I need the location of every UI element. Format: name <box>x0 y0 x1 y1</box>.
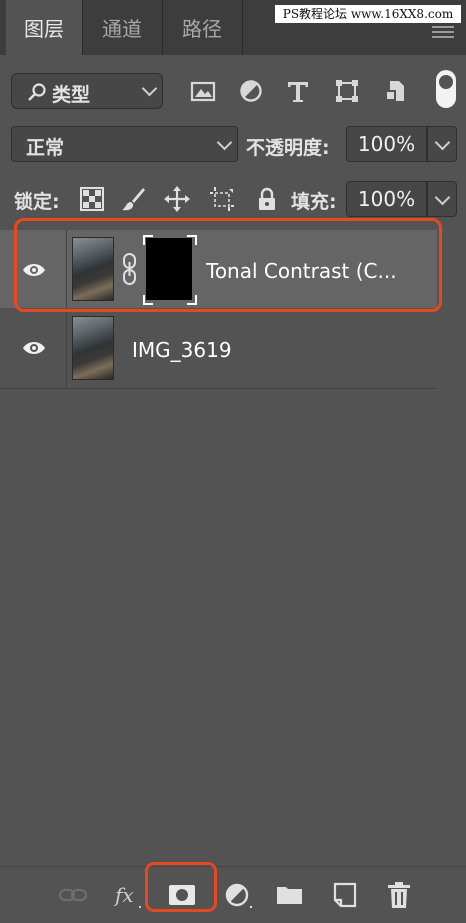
lock-all-icon[interactable] <box>254 186 280 212</box>
visibility-eye-icon[interactable] <box>12 334 56 362</box>
new-group-folder-icon[interactable] <box>275 881 305 909</box>
search-icon <box>28 83 46 101</box>
smart-object-filter-icon[interactable] <box>382 77 410 105</box>
chevron-down-icon <box>216 134 233 151</box>
lock-transparent-pixels-icon[interactable] <box>79 186 105 212</box>
tab-layers-label: 图层 <box>24 17 64 41</box>
watermark: PS教程论坛 www.16XX8.com <box>275 5 461 23</box>
svg-text:fx: fx <box>113 883 134 907</box>
blend-mode-select[interactable]: 正常 <box>11 126 238 162</box>
new-adjustment-layer-icon[interactable] <box>223 881 253 909</box>
opacity-field[interactable]: 100% <box>346 126 427 162</box>
chevron-down-icon <box>434 189 451 206</box>
fill-field[interactable]: 100% <box>346 181 427 217</box>
fx-icon[interactable]: fx <box>113 881 143 909</box>
layers-scroll-gutter <box>437 230 466 866</box>
image-filter-icon[interactable] <box>189 77 217 105</box>
filter-toggle-icon[interactable] <box>435 69 457 109</box>
tab-channels[interactable]: 通道 <box>82 0 162 55</box>
new-layer-icon[interactable] <box>330 881 360 909</box>
link-layers-icon[interactable] <box>58 881 88 909</box>
layer-name[interactable]: IMG_3619 <box>132 338 232 362</box>
tab-divider <box>242 0 243 55</box>
panel-menu-icon[interactable] <box>432 26 454 40</box>
chevron-down-icon <box>141 80 158 97</box>
tab-paths-label: 路径 <box>182 17 222 41</box>
opacity-dropdown[interactable] <box>427 126 457 162</box>
blend-mode-label: 正常 <box>26 137 65 159</box>
fill-label: 填充: <box>291 191 337 213</box>
chevron-down-icon <box>434 134 451 151</box>
type-filter-icon[interactable] <box>284 77 312 105</box>
lock-artboard-icon[interactable] <box>209 186 235 212</box>
tab-paths[interactable]: 路径 <box>162 0 242 55</box>
annotation-highlight-selected-layer <box>14 218 442 312</box>
annotation-highlight-add-mask <box>145 862 217 912</box>
adjustment-filter-icon[interactable] <box>237 77 265 105</box>
shape-filter-icon[interactable] <box>333 77 361 105</box>
opacity-label: 不透明度: <box>246 137 330 159</box>
layers-bottom-bar: fx <box>0 866 466 923</box>
panel-tab-bar: 图层 通道 路径 PS教程论坛 www.16XX8.com <box>0 0 466 55</box>
lock-position-icon[interactable] <box>164 186 190 212</box>
layer-thumbnail[interactable] <box>72 316 114 380</box>
tab-layers[interactable]: 图层 <box>6 0 82 55</box>
filter-kind-select[interactable]: 类型 <box>11 73 163 109</box>
filter-kind-label: 类型 <box>52 84 91 106</box>
delete-layer-icon[interactable] <box>384 881 414 909</box>
layer-row-img-3619[interactable]: IMG_3619 <box>0 310 437 389</box>
tab-channels-label: 通道 <box>102 17 142 41</box>
row-divider <box>66 310 67 388</box>
fill-dropdown[interactable] <box>427 181 457 217</box>
lock-image-pixels-icon[interactable] <box>120 186 146 212</box>
lock-label: 锁定: <box>14 191 60 213</box>
